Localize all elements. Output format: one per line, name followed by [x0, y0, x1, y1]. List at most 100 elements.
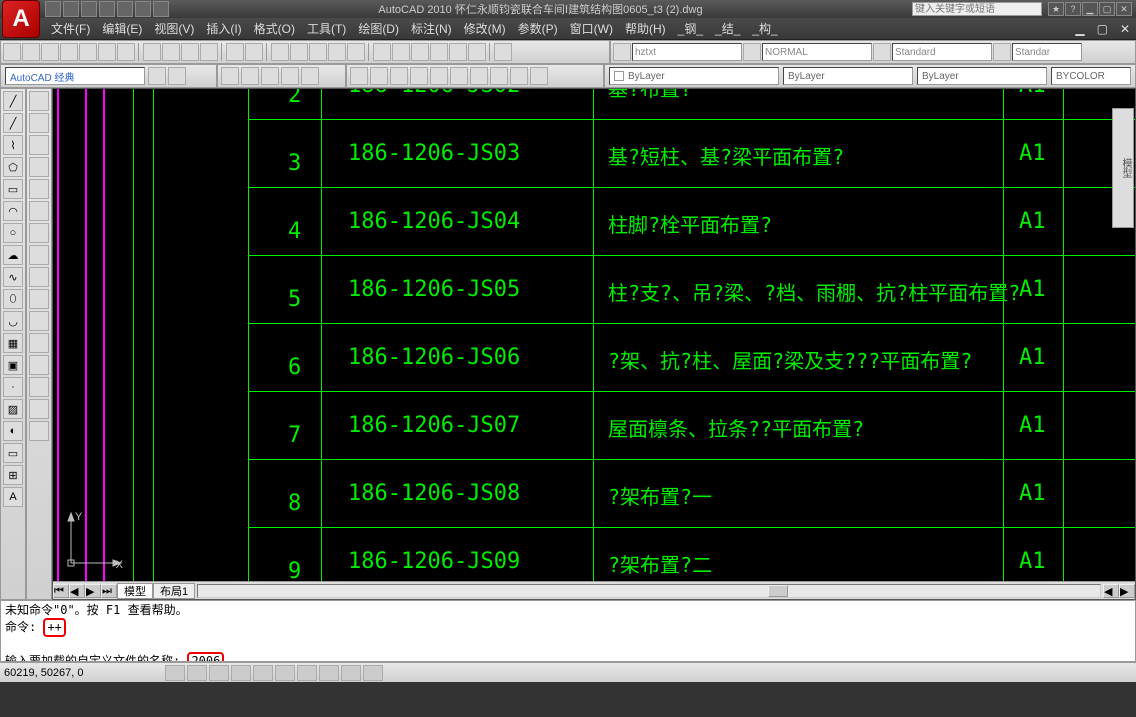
tab-last-icon[interactable]: ⏭: [101, 584, 117, 598]
rect-icon[interactable]: ▭: [3, 179, 23, 199]
copy2-icon[interactable]: [29, 113, 49, 133]
undo-icon[interactable]: [226, 43, 244, 61]
trim-icon[interactable]: [29, 289, 49, 309]
qat-print-icon[interactable]: [135, 1, 151, 17]
menu-dimension[interactable]: 标注(N): [405, 20, 458, 37]
tablestyle-combo[interactable]: Standard: [892, 43, 992, 61]
zoom-ext-icon[interactable]: [347, 43, 365, 61]
layeroff-icon[interactable]: [241, 67, 259, 85]
hatch-icon[interactable]: ▨: [3, 399, 23, 419]
workspace-lock-icon[interactable]: [168, 67, 186, 85]
hscroll-left-icon[interactable]: ◀: [1103, 584, 1119, 598]
command-window[interactable]: 未知命令"0"。按 F1 查看帮助。 命令: ++ 输入要加载的自定义文件的名称…: [0, 600, 1136, 662]
doc-min-icon[interactable]: ▁: [1069, 22, 1090, 36]
layerlk-icon[interactable]: [281, 67, 299, 85]
saveas-icon[interactable]: [60, 43, 78, 61]
qat-save-icon[interactable]: [81, 1, 97, 17]
menu-format[interactable]: 格式(O): [248, 20, 301, 37]
layercopy-icon[interactable]: [510, 67, 528, 85]
help-icon[interactable]: [494, 43, 512, 61]
infocenter-icon[interactable]: ★: [1048, 2, 1064, 16]
ortho-toggle[interactable]: [209, 665, 229, 681]
pline-icon[interactable]: ⌇: [3, 135, 23, 155]
layerprev-icon[interactable]: [390, 67, 408, 85]
revcloud-icon[interactable]: ☁: [3, 245, 23, 265]
qat-dropdown-icon[interactable]: [153, 1, 169, 17]
textstyle-icon[interactable]: [613, 43, 631, 61]
qcalc-icon[interactable]: [468, 43, 486, 61]
block-icon[interactable]: ▣: [3, 355, 23, 375]
plot-icon[interactable]: [79, 43, 97, 61]
workspace-gear-icon[interactable]: [148, 67, 166, 85]
zoom-rt-icon[interactable]: [290, 43, 308, 61]
paste-icon[interactable]: [181, 43, 199, 61]
point-icon[interactable]: ·: [3, 377, 23, 397]
layerthw-icon[interactable]: [301, 67, 319, 85]
app-logo[interactable]: A: [2, 0, 40, 38]
layermerge-icon[interactable]: [450, 67, 468, 85]
break-icon[interactable]: [29, 333, 49, 353]
redo-icon[interactable]: [245, 43, 263, 61]
props-icon[interactable]: [373, 43, 391, 61]
layerdel-icon[interactable]: [470, 67, 488, 85]
dimstyle-icon[interactable]: [743, 43, 761, 61]
color-combo[interactable]: ByLayer: [609, 67, 779, 85]
ducs-toggle[interactable]: [297, 665, 317, 681]
qat-undo-icon[interactable]: [99, 1, 115, 17]
table-icon[interactable]: ⊞: [3, 465, 23, 485]
extend-icon[interactable]: [29, 311, 49, 331]
max-icon[interactable]: ▢: [1099, 2, 1115, 16]
menu-insert[interactable]: 插入(I): [200, 20, 247, 37]
matchprop-icon[interactable]: [200, 43, 218, 61]
move-icon[interactable]: [29, 201, 49, 221]
save-icon[interactable]: [41, 43, 59, 61]
qat-redo-icon[interactable]: [117, 1, 133, 17]
layerprops-icon[interactable]: [350, 67, 368, 85]
polar-toggle[interactable]: [231, 665, 251, 681]
circle-icon[interactable]: ○: [3, 223, 23, 243]
tab-next-icon[interactable]: ▶: [85, 584, 101, 598]
side-palette[interactable]: 模型: [1112, 108, 1134, 228]
layervp-icon[interactable]: [530, 67, 548, 85]
rotate-icon[interactable]: [29, 223, 49, 243]
mtext-icon[interactable]: A: [3, 487, 23, 507]
explode-icon[interactable]: [29, 421, 49, 441]
layerstate-icon[interactable]: [370, 67, 388, 85]
lwt-toggle[interactable]: [341, 665, 361, 681]
stretch-icon[interactable]: [29, 267, 49, 287]
menu-help[interactable]: 帮助(H): [619, 20, 672, 37]
preview-icon[interactable]: [98, 43, 116, 61]
insert-icon[interactable]: ▦: [3, 333, 23, 353]
zoom-win-icon[interactable]: [309, 43, 327, 61]
offset-icon[interactable]: [29, 157, 49, 177]
tab-prev-icon[interactable]: ◀: [69, 584, 85, 598]
layerfrz-icon[interactable]: [261, 67, 279, 85]
mirror-icon[interactable]: [29, 135, 49, 155]
ltype-combo[interactable]: ByLayer: [783, 67, 913, 85]
qat-open-icon[interactable]: [63, 1, 79, 17]
layeriso-icon[interactable]: [221, 67, 239, 85]
snap-toggle[interactable]: [165, 665, 185, 681]
array-icon[interactable]: [29, 179, 49, 199]
gradient-icon[interactable]: ◐: [3, 421, 23, 441]
dyn-toggle[interactable]: [319, 665, 339, 681]
textstyle-combo[interactable]: hztxt: [632, 43, 742, 61]
osnap-toggle[interactable]: [253, 665, 273, 681]
mlstyle-icon[interactable]: [993, 43, 1011, 61]
erase-icon[interactable]: [29, 91, 49, 111]
polygon-icon[interactable]: ⬠: [3, 157, 23, 177]
otrack-toggle[interactable]: [275, 665, 295, 681]
chamfer-icon[interactable]: [29, 377, 49, 397]
qat-new-icon[interactable]: [45, 1, 61, 17]
workspace-combo[interactable]: AutoCAD 经典: [5, 67, 145, 85]
menu-file[interactable]: 文件(F): [45, 20, 96, 37]
comm-center-icon[interactable]: ?: [1065, 2, 1081, 16]
tab-layout1[interactable]: 布局1: [153, 583, 195, 599]
grid-toggle[interactable]: [187, 665, 207, 681]
cut-icon[interactable]: [143, 43, 161, 61]
hscrollbar[interactable]: [197, 584, 1101, 598]
ellipsearc-icon[interactable]: ◡: [3, 311, 23, 331]
scale-icon[interactable]: [29, 245, 49, 265]
doc-close-icon[interactable]: ✕: [1114, 22, 1136, 36]
cmd-input-line[interactable]: 输入要加载的自定义文件的名称: 2006: [5, 652, 1131, 662]
